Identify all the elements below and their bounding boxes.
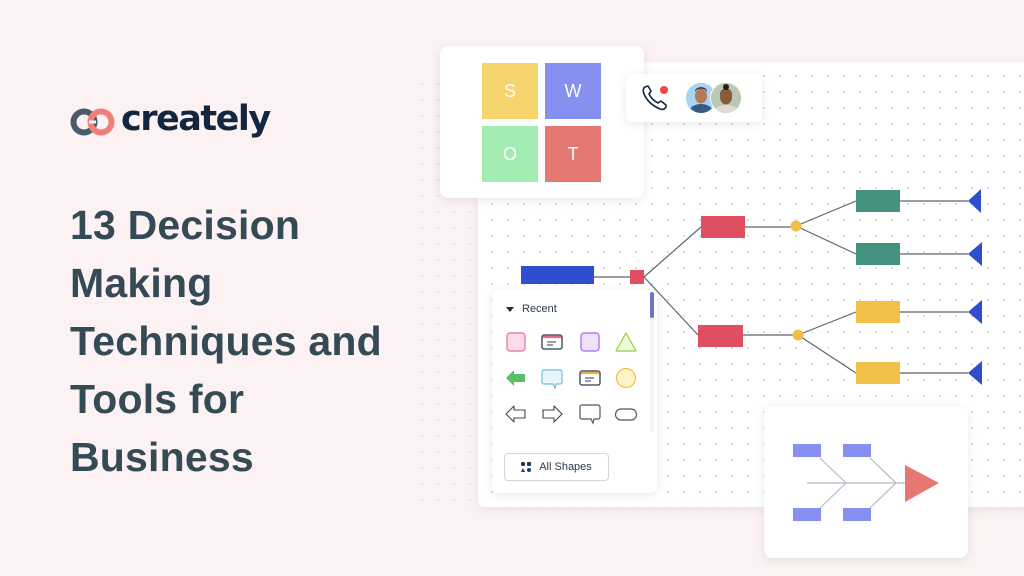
outcome-node (856, 362, 900, 384)
cause-box (843, 444, 871, 457)
shape-speech-bubble-outline[interactable] (576, 400, 604, 428)
terminal-triangle-icon (968, 300, 982, 324)
connector-line (797, 334, 857, 374)
terminal-triangle-icon (968, 361, 982, 385)
chance-node (792, 329, 804, 341)
all-shapes-label: All Shapes (539, 461, 592, 473)
shape-pink-rounded-square[interactable] (502, 328, 530, 356)
branch-node (701, 216, 745, 238)
shape-blue-speech-bubble[interactable] (538, 364, 566, 392)
connector-line (795, 225, 857, 255)
call-widget (626, 74, 762, 122)
shape-green-triangle[interactable] (612, 328, 640, 356)
terminal-triangle-icon (968, 189, 981, 213)
fishbone-diagram (793, 444, 939, 521)
bone-line (819, 457, 847, 484)
shape-window-card-pink[interactable] (538, 328, 566, 356)
shape-right-arrow-outline[interactable] (538, 400, 566, 428)
shape-green-left-arrow[interactable] (502, 364, 530, 392)
all-shapes-button[interactable]: All Shapes (504, 453, 609, 481)
caret-down-icon (506, 306, 514, 312)
bone-line (869, 457, 897, 484)
swot-cell-opportunities[interactable]: O (482, 126, 538, 182)
outcome-node (856, 190, 900, 212)
shape-purple-rounded-square[interactable] (576, 328, 604, 356)
branch-node (698, 325, 743, 347)
swot-cell-threats[interactable]: T (545, 126, 601, 182)
swot-letter: W (564, 80, 582, 101)
shape-window-card-yellow[interactable] (576, 364, 604, 392)
recent-section-toggle[interactable]: Recent (506, 303, 557, 315)
shape-pill-outline[interactable] (612, 400, 640, 428)
swot-letter: T (567, 143, 579, 164)
decision-node (630, 270, 644, 284)
recording-dot-icon (660, 86, 668, 94)
bone-line (869, 482, 897, 509)
swot-card[interactable]: S W O T (440, 46, 644, 198)
shape-library-panel: Recent All Shapes (492, 290, 657, 493)
fish-head-triangle-icon (905, 465, 939, 502)
chance-node (790, 220, 802, 232)
shapes-grid-icon (521, 462, 532, 472)
terminal-triangle-icon (968, 242, 982, 266)
participant-woman-avatar[interactable] (710, 82, 742, 114)
fishbone-card[interactable] (764, 406, 968, 558)
recent-section-label: Recent (522, 303, 557, 315)
connector-line (797, 311, 857, 336)
swot-letter: O (502, 143, 517, 164)
bone-line (819, 482, 847, 509)
swot-cell-strengths[interactable]: S (482, 63, 538, 119)
swot-letter: S (503, 80, 516, 101)
root-node (521, 266, 594, 284)
cause-box (843, 508, 871, 521)
swot-cell-weaknesses[interactable]: W (545, 63, 601, 119)
connector-line (795, 200, 857, 227)
panel-scrollbar-thumb[interactable] (650, 292, 654, 318)
cause-box (793, 444, 821, 457)
shape-yellow-circle[interactable] (612, 364, 640, 392)
connector-line (643, 226, 702, 278)
cause-box (793, 508, 821, 521)
outcome-node (856, 301, 900, 323)
phone-icon[interactable] (641, 84, 671, 112)
shape-left-arrow-outline[interactable] (502, 400, 530, 428)
outcome-node (856, 243, 900, 265)
